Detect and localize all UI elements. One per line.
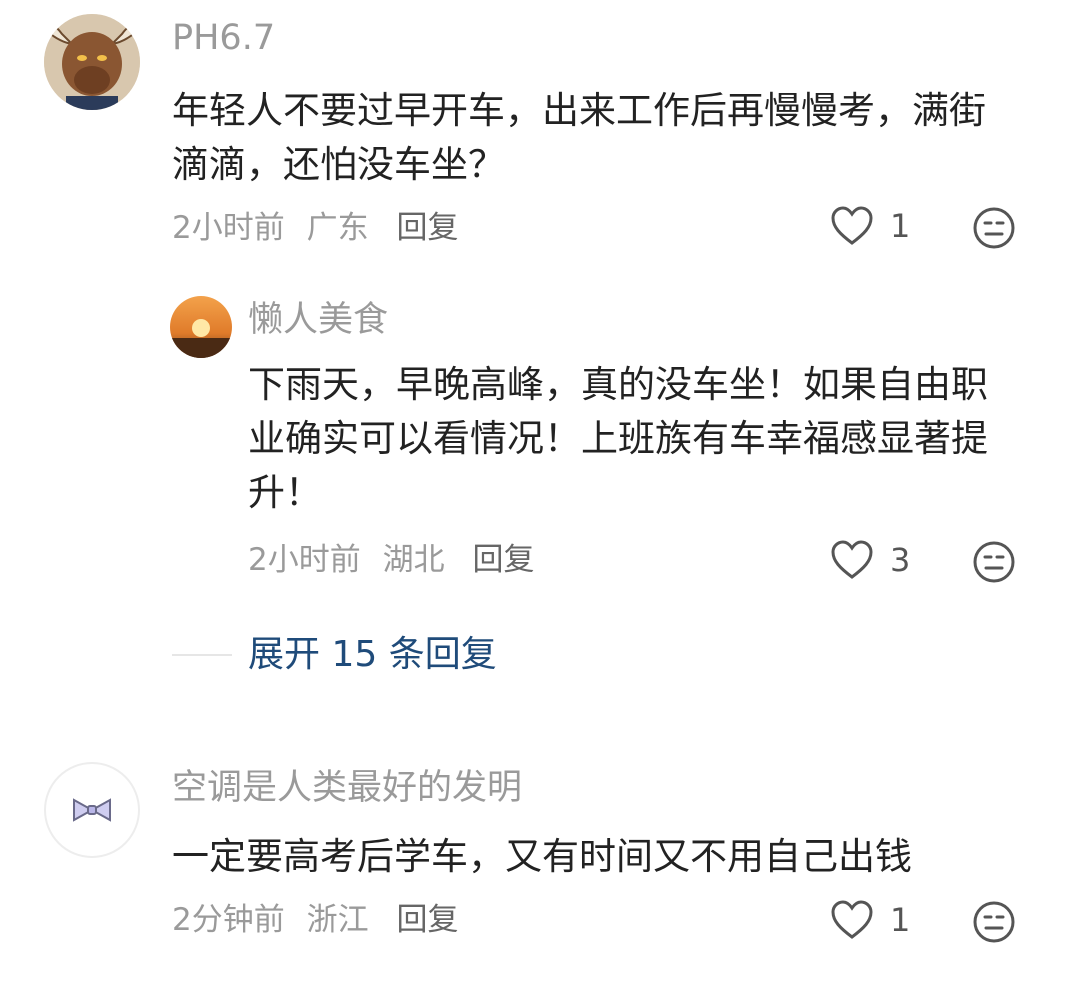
bowtie-avatar[interactable] [44, 762, 140, 858]
reply-button[interactable]: 回复 [396, 902, 458, 938]
reply-text: 下雨天，早晚高峰，真的没车坐！如果自由职业确实可以看情况！上班族有车幸福感显著提… [248, 363, 988, 514]
heart-icon[interactable] [830, 900, 874, 940]
reply-username[interactable]: 懒人美食 [248, 298, 388, 342]
like-count: 1 [890, 207, 911, 245]
reply-reply-button[interactable]: 回复 [472, 542, 534, 578]
reply-location: 湖北 [382, 542, 445, 578]
comment-meta: 2分钟前 浙江 回复 [172, 900, 470, 940]
comment-location: 浙江 [306, 902, 369, 938]
reply-time: 2小时前 [248, 542, 361, 578]
reply-button[interactable]: 回复 [396, 210, 458, 246]
reply-like-count: 3 [890, 541, 911, 579]
reply-meta: 2小时前 湖北 回复 [248, 540, 546, 580]
comment-username[interactable]: PH6.7 [172, 16, 275, 60]
like-count: 1 [890, 901, 911, 939]
comment-text: 一定要高考后学车，又有时间又不用自己出钱 [172, 835, 912, 878]
heart-icon[interactable] [830, 540, 874, 580]
comment-text: 年轻人不要过早开车，出来工作后再慢慢考，满街滴滴，还怕没车坐？ [172, 89, 986, 186]
comment-meta: 2小时前 广东 回复 [172, 208, 470, 248]
emoji-face-icon[interactable] [972, 206, 1016, 250]
heart-icon[interactable] [830, 206, 874, 246]
comment-username[interactable]: 空调是人类最好的发明 [172, 766, 522, 810]
expand-divider [172, 654, 232, 656]
emoji-face-icon[interactable] [972, 540, 1016, 584]
sunset-avatar[interactable] [170, 296, 232, 358]
comment-time: 2小时前 [172, 210, 285, 246]
comment-time: 2分钟前 [172, 902, 285, 938]
comment-location: 广东 [306, 210, 369, 246]
expand-replies-button[interactable]: 展开 15 条回复 [248, 632, 497, 678]
bull-avatar[interactable] [44, 14, 140, 110]
emoji-face-icon[interactable] [972, 900, 1016, 944]
